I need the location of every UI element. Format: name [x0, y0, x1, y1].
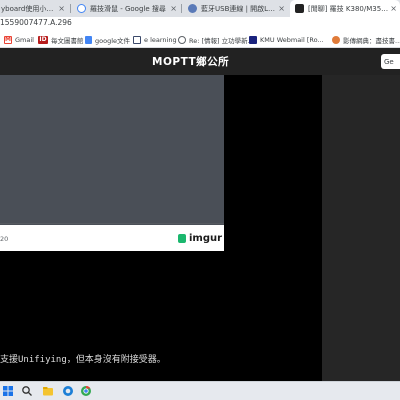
tab-keyboard-tips[interactable]: yboard使用小技巧(P... ×	[0, 0, 68, 17]
bookmark-label: 毎文圖書館	[51, 36, 84, 45]
docs-icon	[85, 35, 92, 44]
post-body-text: 支援Unifiying，但本身沒有附接受器。	[0, 355, 166, 365]
embedded-image[interactable]	[0, 75, 224, 224]
tab-title: yboard使用小技巧(P...	[1, 4, 58, 13]
search-icon[interactable]	[21, 385, 33, 397]
ptt-favicon-icon	[295, 4, 304, 13]
google-icon	[77, 4, 86, 13]
screen: yboard使用小技巧(P... × 羅技滑鼠 - Google 搜尋 × 藍牙…	[0, 0, 400, 400]
bookmark-library[interactable]: ID 毎文圖書館	[38, 34, 84, 45]
bookmark-kmu-webmail[interactable]: KMU Webmail [Ro...	[249, 34, 324, 45]
site-favicon-icon	[188, 4, 197, 13]
tab-google-search[interactable]: 羅技滑鼠 - Google 搜尋 ×	[72, 0, 180, 17]
bookmark-label: Re: [情報] 立功學新...	[189, 36, 254, 45]
bookmark-label: KMU Webmail [Ro...	[260, 35, 324, 44]
imgur-mark-icon	[178, 234, 186, 243]
bookmarks-bar: M Gmail ID 毎文圖書館 google文件 e learning Re:…	[0, 31, 400, 48]
bookmark-label: Gmail	[15, 35, 34, 44]
site-logo[interactable]: MOPTT鄉公所	[152, 54, 229, 69]
header-button-label: Ge	[384, 57, 394, 66]
gmail-icon: M	[4, 35, 12, 44]
address-bar[interactable]: 1559007477.A.296	[0, 17, 400, 31]
header-google-button[interactable]: Ge	[381, 54, 400, 69]
close-icon[interactable]: ×	[390, 4, 400, 13]
file-explorer-icon[interactable]	[42, 385, 54, 397]
bookmark-ptt-thread[interactable]: Re: [情報] 立功學新...	[178, 34, 254, 45]
globe-icon	[178, 35, 186, 44]
browser-tab-strip: yboard使用小技巧(P... × 羅技滑鼠 - Google 搜尋 × 藍牙…	[0, 0, 400, 17]
library-icon: ID	[38, 35, 48, 44]
browser-icon[interactable]	[62, 385, 74, 397]
bookmark-google-docs[interactable]: google文件	[85, 34, 130, 45]
cat-icon	[332, 35, 340, 44]
bookmark-film-site[interactable]: 影傳網典：盡技書...	[332, 34, 400, 45]
image-timestamp: 20	[0, 235, 9, 243]
imgur-wordmark: imgur	[189, 233, 223, 244]
bookmark-gmail[interactable]: M Gmail	[4, 34, 34, 45]
chrome-icon[interactable]	[80, 385, 92, 397]
bookmark-label: 影傳網典：盡技書...	[343, 36, 400, 45]
bookmark-elearning[interactable]: e learning	[133, 34, 177, 45]
windows-start-icon[interactable]	[2, 385, 14, 397]
close-icon[interactable]: ×	[278, 4, 288, 13]
address-url[interactable]: 1559007477.A.296	[0, 18, 72, 27]
webmail-icon	[249, 35, 257, 44]
close-icon[interactable]: ×	[58, 4, 68, 13]
windows-taskbar	[0, 381, 400, 400]
bookmark-label: google文件	[95, 36, 131, 45]
tab-title: [閒聊] 羅技 K380/M350 粉色超...	[308, 4, 390, 13]
bookmark-label: e learning	[144, 35, 177, 44]
tab-logitech-usb[interactable]: 藍牙USB連線 | 開啟Logitech無... ×	[183, 0, 288, 17]
imgur-logo[interactable]: imgur	[178, 233, 222, 244]
tab-title: 羅技滑鼠 - Google 搜尋	[90, 4, 166, 13]
right-sidebar	[322, 75, 400, 381]
tab-title: 藍牙USB連線 | 開啟Logitech無...	[201, 4, 279, 13]
tab-ptt-post[interactable]: [閒聊] 羅技 K380/M350 粉色超... ×	[290, 0, 400, 17]
elearning-icon	[133, 35, 141, 44]
close-icon[interactable]: ×	[170, 4, 180, 13]
